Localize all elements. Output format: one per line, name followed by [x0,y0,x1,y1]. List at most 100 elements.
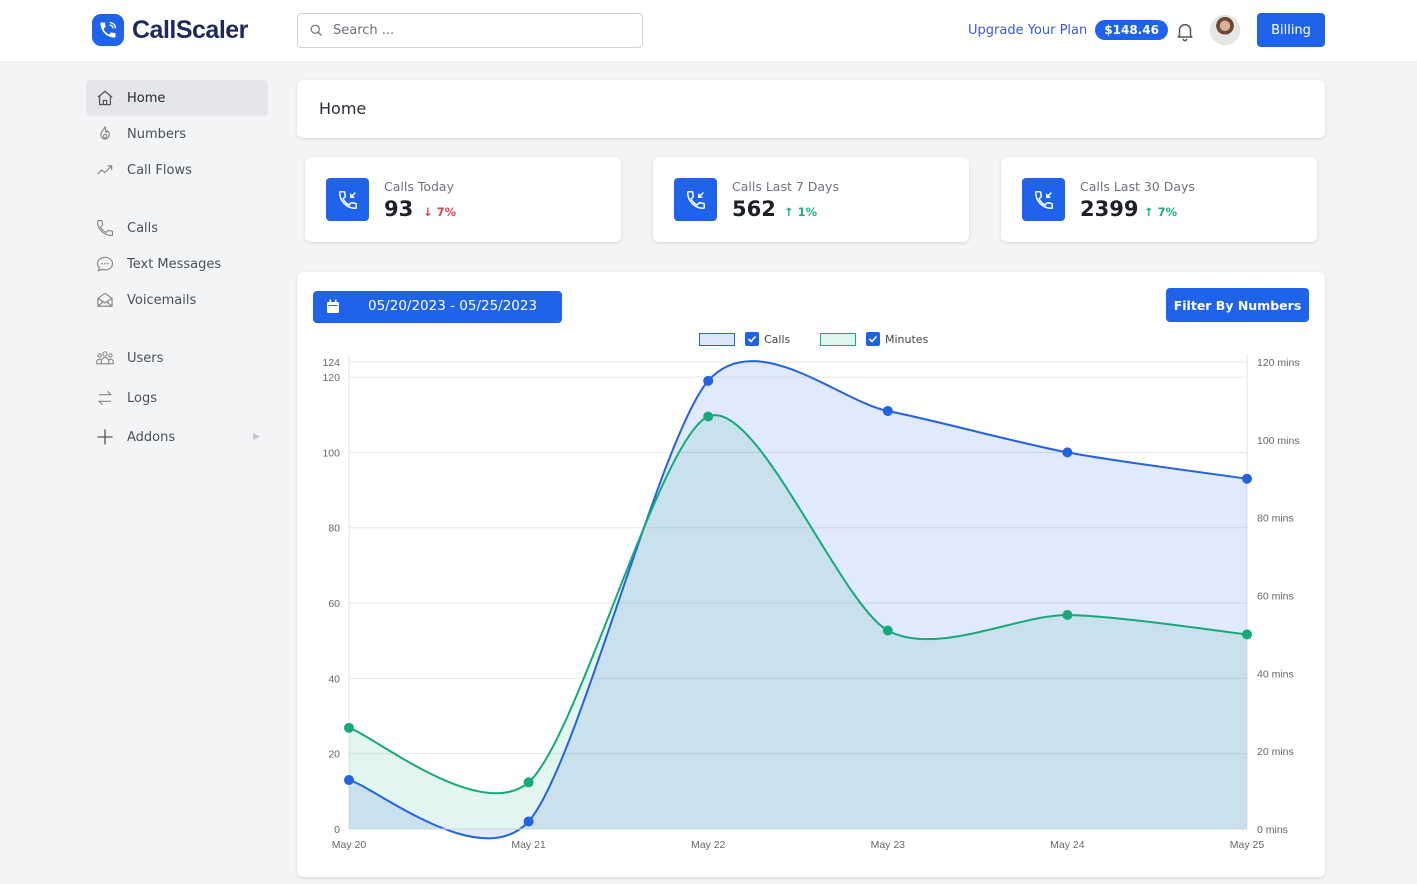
y-left-tick-label: 0 [334,824,340,836]
search-input[interactable] [333,23,623,38]
stat-value: 2399 [1080,197,1139,221]
sidebar-item-numbers[interactable]: Numbers [86,116,268,152]
calls-data-point [882,405,893,416]
y-left-tick-label: 40 [328,673,340,685]
sidebar-item-label: Logs [127,390,157,406]
plus-icon [97,429,113,445]
logo-phone-icon [92,14,124,46]
chat-icon [96,256,114,272]
stat-change: ↓ 7% [423,205,457,219]
legend-item-calls[interactable]: Calls [699,332,790,346]
y-left-tick-label: 120 [322,372,340,384]
stat-label: Calls Last 7 Days [732,179,839,194]
x-tick-label: May 21 [511,839,546,851]
minutes-data-point [703,411,714,422]
logo[interactable]: CallScaler [92,14,248,46]
checkbox-calls[interactable] [745,332,759,346]
sidebar-item-label: Call Flows [127,162,192,178]
phone-icon [96,219,114,237]
search-box[interactable] [297,13,643,48]
page-header-card: Home [297,80,1325,138]
date-range-picker[interactable]: 05/20/2023 - 05/25/2023 [313,291,562,323]
x-tick-label: May 20 [332,839,367,851]
sidebar-item-addons[interactable]: Addons ▶ [86,419,268,455]
legend-swatch-calls [699,332,735,346]
stat-card-calls-30-days: Calls Last 30 Days 2399 ↑ 7% [1001,157,1317,242]
minutes-data-point [1062,609,1073,620]
sidebar-item-logs[interactable]: Logs [86,380,268,416]
legend-label: Calls [764,332,791,346]
calendar-icon [327,299,339,313]
page-title: Home [319,99,367,118]
legend-label: Minutes [885,332,929,346]
stat-label: Calls Last 30 Days [1080,179,1195,194]
x-tick-label: May 22 [691,839,726,851]
y-right-tick-label: 120 mins [1257,357,1300,369]
x-tick-label: May 24 [1050,839,1085,851]
filter-by-numbers-button[interactable]: Filter By Numbers [1166,288,1309,322]
calls-data-point [1242,473,1252,484]
y-left-tick-label: 20 [328,749,340,761]
sidebar-item-label: Numbers [127,126,186,142]
sidebar-item-home[interactable]: Home [86,80,268,116]
stat-change: ↑ 1% [784,205,818,219]
sidebar-item-users[interactable]: Users [86,340,268,376]
y-right-tick-label: 60 mins [1257,591,1294,603]
trending-icon [97,165,113,175]
sidebar-item-label: Calls [127,220,159,236]
stat-card-calls-7-days: Calls Last 7 Days 562 ↑ 1% [653,157,969,242]
calls-data-point [1062,447,1073,458]
incoming-call-icon [674,178,717,221]
sidebar-item-label: Addons [127,429,176,445]
sidebar-item-label: Home [127,90,166,106]
minutes-data-point [882,625,893,636]
bell-icon[interactable] [1174,19,1196,43]
stat-value: 93 [384,197,414,221]
home-icon [97,90,113,106]
top-bar: CallScaler Upgrade Your Plan $148.46 Bil… [0,0,1417,62]
y-left-tick-label: 80 [328,523,340,535]
user-avatar[interactable] [1210,15,1240,45]
sidebar-item-calls[interactable]: Calls [86,210,268,246]
sidebar-item-call-flows[interactable]: Call Flows [86,152,268,188]
y-right-tick-label: 100 mins [1257,435,1300,447]
arrow-up-icon: ↑ [1144,205,1154,219]
minutes-data-point [523,777,534,788]
minutes-data-point [344,722,354,733]
stat-value: 562 [732,197,776,221]
y-right-tick-label: 0 mins [1257,824,1288,836]
arrow-down-icon: ↓ [423,205,433,219]
y-left-tick-label: 60 [328,598,340,610]
stat-card-calls-today: Calls Today 93 ↓ 7% [305,157,621,242]
app-name: CallScaler [132,15,248,44]
calls-data-point [703,375,714,386]
numbers-icon [100,126,110,140]
calls-minutes-chart: 0 20 40 60 80 100 120 124 0 mins 20 mins 40 mins 60… [322,354,1300,851]
incoming-call-icon [1022,178,1065,221]
y-left-tick-label: 124 [322,357,340,369]
sidebar: Home Numbers Call Flows Calls Text Messa… [86,80,268,455]
upgrade-plan-link[interactable]: Upgrade Your Plan [968,23,1087,38]
sidebar-item-voicemails[interactable]: Voicemails [86,282,268,318]
checkbox-minutes[interactable] [866,332,880,346]
users-icon [96,351,114,365]
arrow-up-icon: ↑ [784,205,794,219]
billing-button[interactable]: Billing [1257,13,1325,47]
y-right-tick-label: 20 mins [1257,746,1294,758]
sidebar-item-label: Text Messages [127,256,222,272]
sidebar-item-text-messages[interactable]: Text Messages [86,246,268,282]
y-left-tick-label: 100 [322,447,340,459]
legend-swatch-minutes [820,332,856,346]
swap-icon [97,390,113,406]
y-right-tick-label: 40 mins [1257,668,1294,680]
upgrade-plan: Upgrade Your Plan $148.46 [968,20,1168,40]
stat-change: ↑ 7% [1144,205,1178,219]
envelope-icon [97,292,113,307]
stat-label: Calls Today [384,179,454,194]
balance-badge: $148.46 [1095,20,1168,40]
submenu-arrow-icon: ▶ [253,432,260,442]
sidebar-item-label: Voicemails [127,292,197,308]
legend-item-minutes[interactable]: Minutes [820,332,928,346]
x-tick-label: May 23 [871,839,906,851]
search-icon [310,24,322,36]
